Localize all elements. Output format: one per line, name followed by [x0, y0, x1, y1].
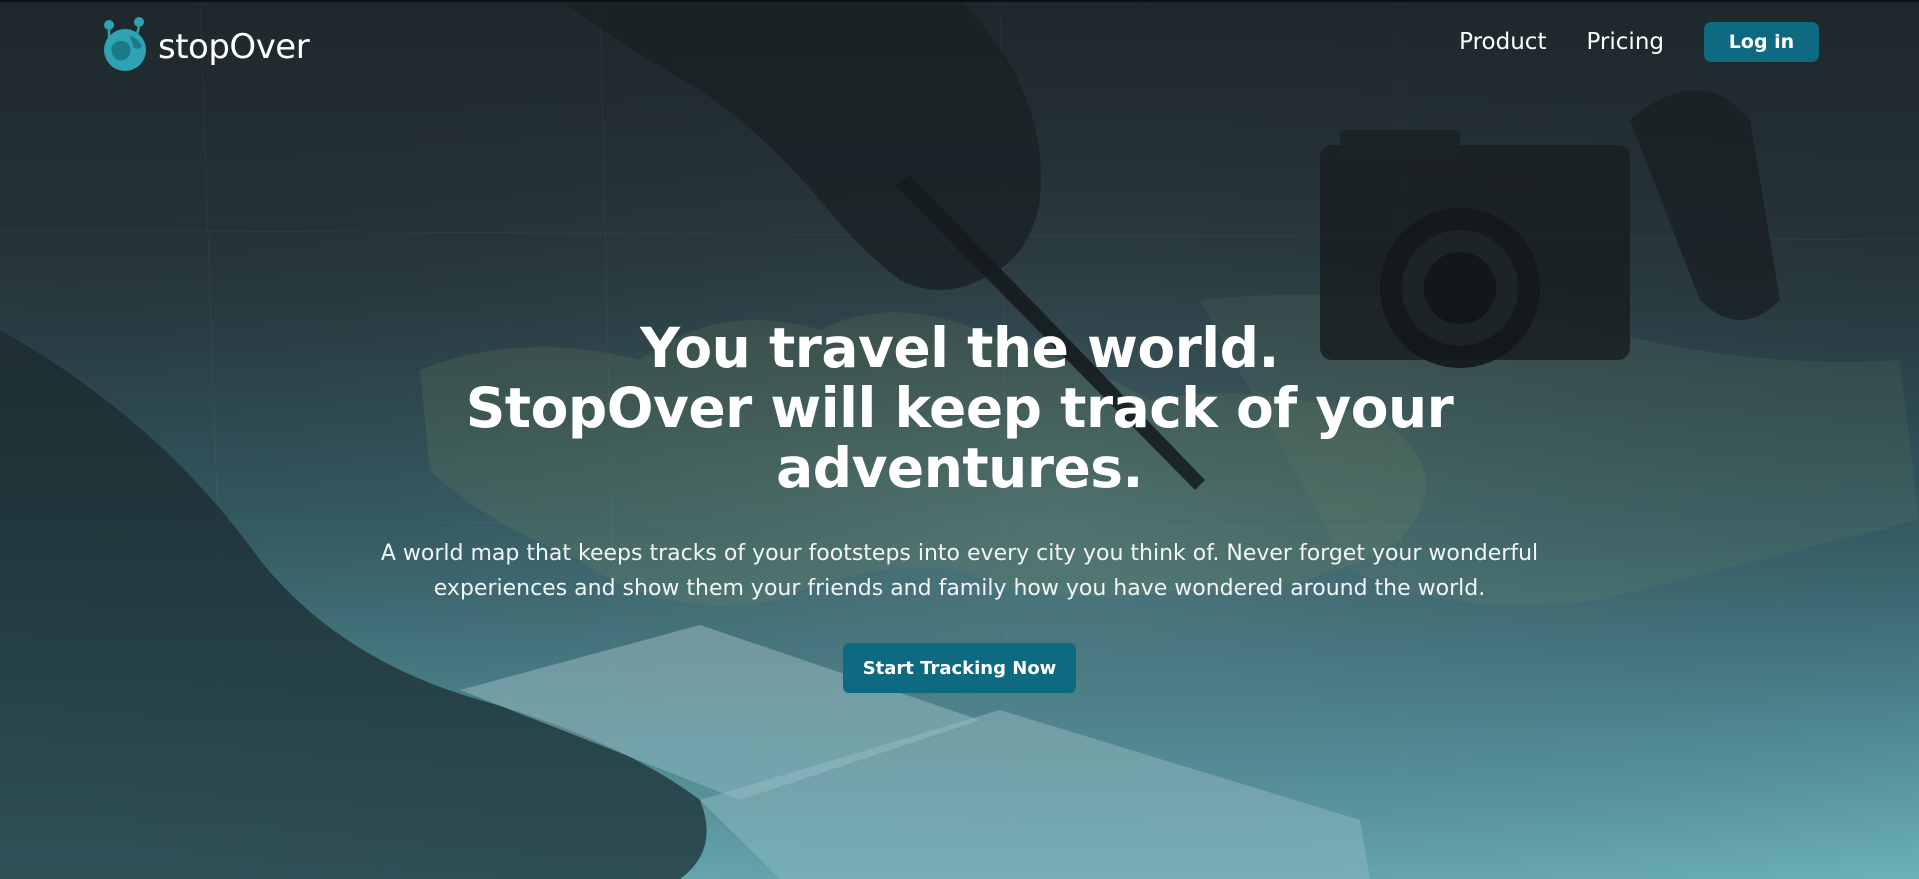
start-tracking-button[interactable]: Start Tracking Now [843, 643, 1076, 693]
navbar: stopOver Product Pricing Log in [0, 0, 1919, 90]
nav-link-pricing[interactable]: Pricing [1586, 29, 1664, 55]
nav-links: Product Pricing Log in [1459, 22, 1819, 62]
headline-line-3: adventures. [776, 436, 1143, 500]
hero-section: You travel the world. StopOver will keep… [0, 318, 1919, 693]
nav-link-product[interactable]: Product [1459, 29, 1546, 55]
hero-headline: You travel the world. StopOver will keep… [410, 318, 1510, 498]
globe-with-pins-icon [104, 17, 146, 71]
brand-logo[interactable]: stopOver [100, 16, 310, 74]
headline-line-2: StopOver will keep track of your [465, 376, 1454, 440]
brand-name: stopOver [158, 27, 310, 67]
login-button[interactable]: Log in [1704, 22, 1819, 62]
hero-subtext: A world map that keeps tracks of your fo… [360, 536, 1560, 606]
landing-page: stopOver Product Pricing Log in You trav… [0, 0, 1919, 879]
subtext-line-1: A world map that keeps tracks of your fo… [380, 541, 1539, 566]
headline-line-1: You travel the world. [640, 316, 1279, 380]
subtext-line-2: experiences and show them your friends a… [433, 576, 1486, 601]
